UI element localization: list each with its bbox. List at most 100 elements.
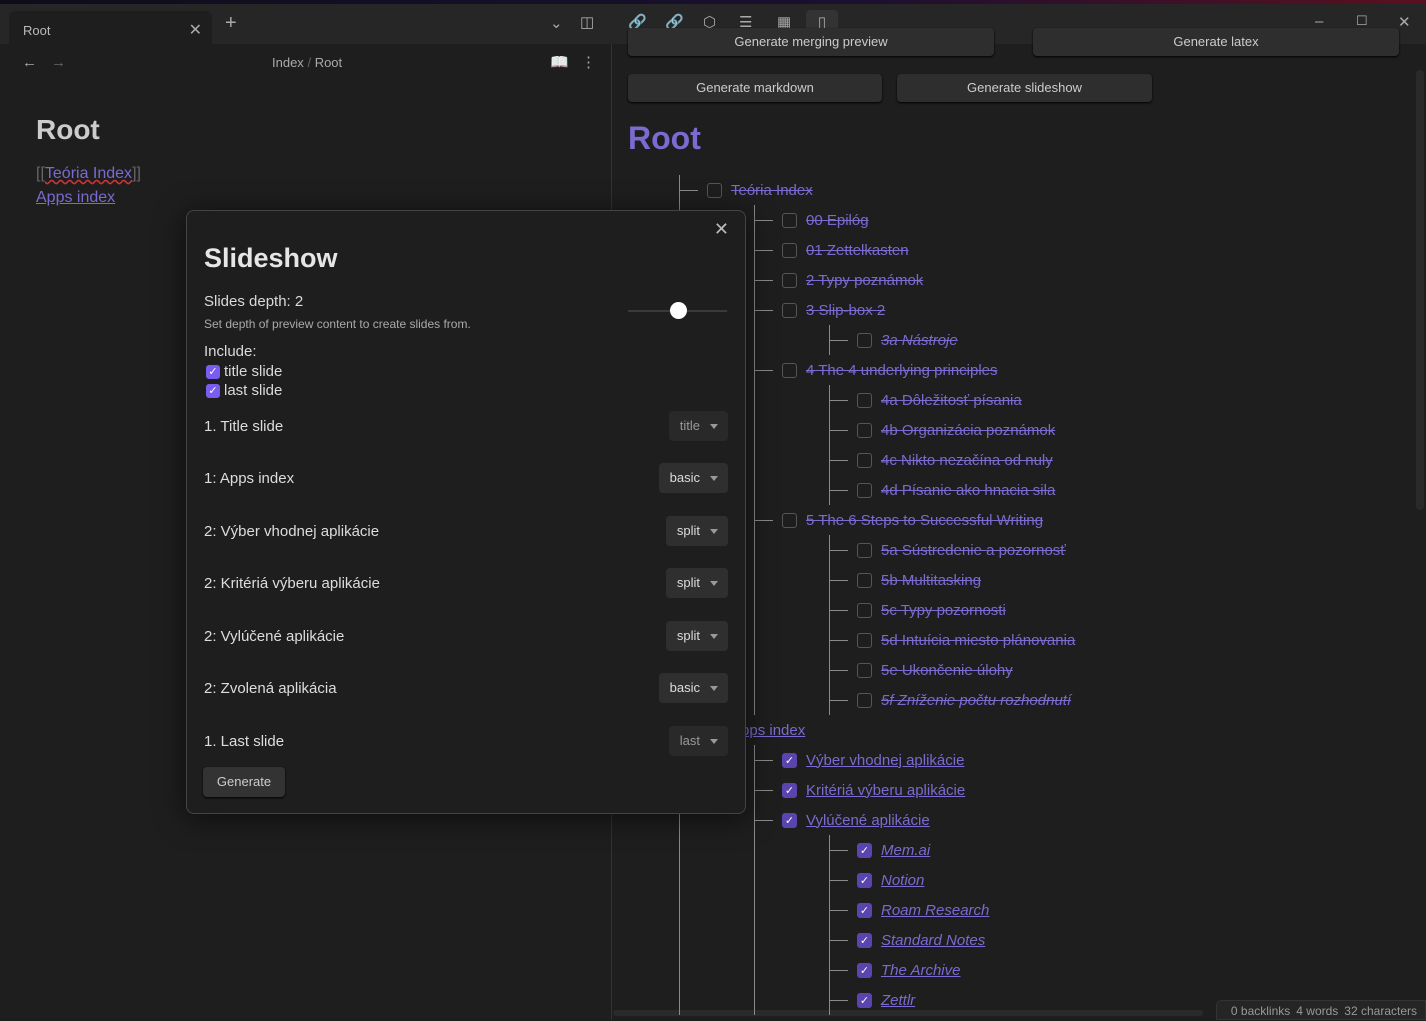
maximize-icon[interactable]: ☐ [1356, 13, 1368, 29]
generate-merging-preview-button[interactable]: Generate merging preview [628, 28, 994, 56]
tree-item-link[interactable]: Zettlr [881, 992, 915, 1009]
more-options-icon[interactable]: ⋮ [581, 53, 596, 71]
checkbox[interactable]: ✓ [782, 752, 797, 768]
checkbox[interactable]: ✓ [857, 932, 872, 948]
tree-item-link[interactable]: 4a Dôležitosť písania [881, 392, 1022, 409]
slide-type-dropdown[interactable]: last [668, 726, 728, 756]
tree-item: ✓ Kritériá výberu aplikácie [755, 775, 1075, 805]
tree-item-link[interactable]: 5a Sústredenie a pozornosť [881, 542, 1066, 559]
tree-item-link[interactable]: Notion [881, 872, 924, 889]
checkbox[interactable] [857, 632, 872, 648]
checkbox[interactable] [857, 542, 872, 558]
tree-item-link[interactable]: Standard Notes [881, 932, 985, 949]
tree-item-link[interactable]: 5e Ukončenie úlohy [881, 662, 1013, 679]
tree-item-link[interactable]: 01 Zettelkasten [806, 242, 909, 259]
tree-item-link[interactable]: 3 Slip-box 2 [806, 302, 885, 319]
checkbox[interactable] [782, 302, 797, 318]
tree-item-link[interactable]: Roam Research [881, 902, 989, 919]
checkbox[interactable]: ✓ [782, 782, 797, 798]
checkbox[interactable] [857, 572, 872, 588]
checkbox[interactable]: ✓ [206, 364, 220, 379]
check-icon: ✓ [859, 844, 870, 857]
tree-item-link[interactable]: Vylúčené aplikácie [806, 812, 930, 829]
checkbox[interactable] [857, 692, 872, 708]
tree-item-link[interactable]: Výber vhodnej aplikácie [806, 752, 964, 769]
include-option[interactable]: ✓ title slide [206, 362, 282, 381]
checkbox[interactable]: ✓ [857, 902, 872, 918]
slide-type-dropdown[interactable]: split [665, 621, 728, 651]
tree-item-link[interactable]: Mem.ai [881, 842, 930, 859]
scrollbar[interactable] [1416, 70, 1424, 510]
slide-type-dropdown[interactable]: basic [658, 673, 728, 703]
apps-index-link[interactable]: Apps index [36, 189, 115, 207]
tree-item-link[interactable]: 4c Nikto nezačína od nuly [881, 452, 1053, 469]
tree-item: 4a Dôležitosť písania [830, 385, 1075, 415]
checkbox[interactable] [857, 422, 872, 438]
tree-item: ✓ Výber vhodnej aplikácie [755, 745, 1075, 775]
close-tab-icon[interactable]: ✕ [189, 20, 202, 40]
checkbox[interactable] [857, 452, 872, 468]
slide-type-dropdown[interactable]: basic [658, 463, 728, 493]
tree-item-link[interactable]: 3a Nástroje [881, 332, 958, 349]
tree-item-link[interactable]: 5f Zníženie počtu rozhodnutí [881, 692, 1071, 709]
checkbox[interactable] [857, 482, 872, 498]
checkbox[interactable] [857, 332, 872, 348]
sidebar-toggle-icon[interactable]: ◫ [580, 13, 594, 31]
slide-row: 2: Výber vhodnej aplikácie split [204, 516, 728, 546]
include-option[interactable]: ✓ last slide [206, 381, 282, 400]
checkbox[interactable]: ✓ [206, 383, 220, 398]
slide-type-dropdown[interactable]: title [668, 411, 728, 441]
tree-item-link[interactable]: 5 The 6 Steps to Successful Writing [806, 512, 1043, 529]
checkbox[interactable]: ✓ [782, 812, 797, 828]
generate-slideshow-button[interactable]: Generate slideshow [897, 74, 1152, 102]
checkbox[interactable] [782, 272, 797, 288]
tree-group: ✓ Výber vhodnej aplikácie ✓ Kritériá výberu… [754, 745, 1075, 1015]
tree-item-link[interactable]: 2 Typy poznámok [806, 272, 923, 289]
tree-group: 5a Sústredenie a pozornosť 5b Multitaskin… [829, 535, 1075, 715]
checkbox[interactable]: ✓ [857, 872, 872, 888]
checkbox[interactable]: ✓ [857, 842, 872, 858]
checkbox[interactable]: ✓ [857, 992, 872, 1008]
checkbox[interactable]: ✓ [857, 962, 872, 978]
tree-item-link[interactable]: The Archive [881, 962, 960, 979]
depth-slider[interactable] [628, 302, 727, 319]
tree-item-link[interactable]: 5d Intuícia miesto plánovania [881, 632, 1075, 649]
wikilink[interactable]: [[Teória Index]] [36, 165, 141, 183]
generate-button[interactable]: Generate [203, 767, 285, 797]
breadcrumb-current[interactable]: Root [315, 55, 342, 70]
tree-item-link[interactable]: 4 The 4 underlying principles [806, 362, 998, 379]
tree-item-link[interactable]: 4b Organizácia poznámok [881, 422, 1055, 439]
checkbox[interactable] [857, 602, 872, 618]
checkbox[interactable] [782, 212, 797, 228]
checkbox[interactable] [707, 182, 722, 198]
slider-handle[interactable] [669, 302, 687, 319]
generate-markdown-button[interactable]: Generate markdown [628, 74, 882, 102]
reading-view-icon[interactable]: 📖 [550, 53, 569, 71]
tree-item-link[interactable]: 5c Typy pozornosti [881, 602, 1006, 619]
new-tab-icon[interactable]: + [225, 12, 237, 35]
check-icon: ✓ [859, 964, 870, 977]
back-icon[interactable]: ← [22, 54, 37, 71]
forward-icon[interactable]: → [51, 54, 66, 71]
checkbox[interactable] [857, 392, 872, 408]
tree-item-link[interactable]: 4d Písanie ako hnacia sila [881, 482, 1055, 499]
wikilink-text[interactable]: Teória Index [45, 165, 132, 182]
close-window-icon[interactable]: ✕ [1398, 13, 1411, 31]
depth-label: Slides depth: 2 [204, 293, 304, 310]
checkbox[interactable] [857, 662, 872, 678]
checkbox[interactable] [782, 242, 797, 258]
checkbox[interactable] [782, 512, 797, 528]
generate-latex-button[interactable]: Generate latex [1033, 28, 1399, 56]
close-modal-icon[interactable]: ✕ [714, 219, 729, 240]
tree-item-link[interactable]: Teória Index [731, 182, 813, 199]
checkbox[interactable] [782, 362, 797, 378]
breadcrumb-parent[interactable]: Index [272, 55, 304, 70]
slide-type-dropdown[interactable]: split [665, 568, 728, 598]
tree-item-link[interactable]: 00 Epilóg [806, 212, 869, 229]
tree-item-link[interactable]: Kritériá výberu aplikácie [806, 782, 965, 799]
tree-item-link[interactable]: 5b Multitasking [881, 572, 981, 589]
chevron-down-icon[interactable]: ⌄ [550, 14, 563, 32]
tab-root[interactable]: Root ✕ [9, 11, 212, 48]
slide-type-dropdown[interactable]: split [665, 516, 728, 546]
backlinks-count[interactable]: 0 backlinks [1231, 1004, 1290, 1018]
